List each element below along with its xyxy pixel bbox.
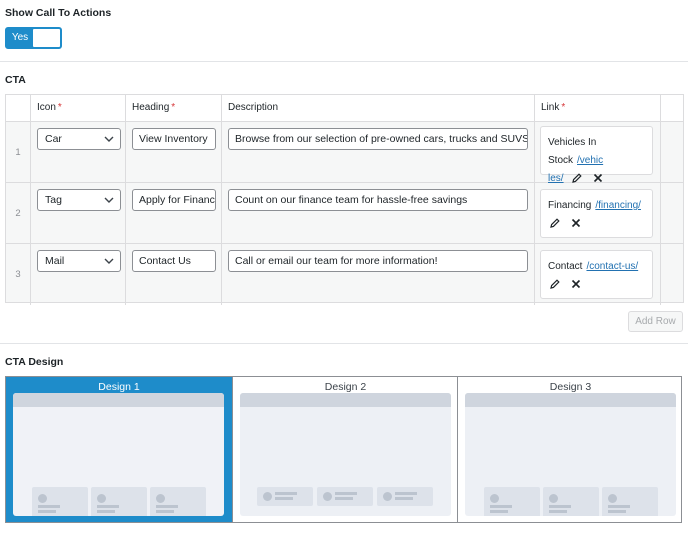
column-header-description: Description [221,95,534,121]
link-url[interactable]: /contact-us/ [586,261,638,272]
cta-design-label: CTA Design [5,356,64,368]
design-option-label: Design 2 [324,381,367,393]
description-input[interactable]: Count on our finance team for hassle-fre… [228,189,528,211]
divider [0,343,688,344]
design-preview [240,393,451,516]
cta-repeater-table: Icon * Heading * Description Link * 1 Car V… [5,94,684,305]
description-input[interactable]: Browse from our selection of pre-owned c… [228,128,528,150]
table-row: 1 Car View Inventory Browse from our sel… [6,122,684,184]
divider [0,61,688,62]
row-actions[interactable] [660,244,684,305]
design-preview [13,393,224,516]
link-field: Financing/financing/ [540,189,653,238]
add-row-button[interactable]: Add Row [628,311,683,332]
heading-input[interactable]: View Inventory [132,128,216,150]
design-option-label: Design 3 [549,381,592,393]
toggle-knob [33,29,60,47]
link-field: Vehicles In Stock/vehic les/ [540,126,653,184]
design-option-1[interactable]: Design 1 [6,377,232,522]
design-option-3[interactable]: Design 3 [457,377,683,522]
show-cta-label: Show Call To Actions [5,7,112,19]
heading-input[interactable]: Contact Us [132,250,216,272]
design-option-2[interactable]: Design 2 [232,377,458,522]
link-title: Contact [548,261,583,272]
link-title: Financing [548,200,592,211]
show-cta-toggle[interactable]: Yes [5,27,62,49]
chevron-down-icon [104,190,114,218]
description-input[interactable]: Call or email our team for more informat… [228,250,528,272]
chevron-down-icon [104,251,114,279]
row-number[interactable]: 3 [6,244,30,305]
row-actions[interactable] [660,122,684,182]
table-header: Icon * Heading * Description Link * [6,95,683,122]
design-option-label: Design 1 [98,381,140,393]
link-url[interactable]: /financing/ [595,200,641,211]
icon-select[interactable]: Mail [37,250,121,272]
pencil-icon[interactable] [548,216,562,230]
column-header-heading: Heading * [125,95,221,121]
column-header-actions [660,95,684,121]
link-url[interactable]: /vehic [577,155,603,166]
cta-section-label: CTA [5,74,26,86]
close-icon[interactable] [569,277,583,291]
row-number[interactable]: 2 [6,183,30,243]
heading-input[interactable]: Apply for Financ [132,189,216,211]
row-number[interactable]: 1 [6,122,30,182]
icon-select[interactable]: Car [37,128,121,150]
link-field: Contact/contact-us/ [540,250,653,299]
icon-select[interactable]: Tag [37,189,121,211]
pencil-icon[interactable] [548,277,562,291]
chevron-down-icon [104,129,114,157]
column-header-link: Link * [534,95,660,121]
close-icon[interactable] [569,216,583,230]
column-header-icon: Icon * [30,95,125,121]
row-actions[interactable] [660,183,684,243]
table-row: 3 Mail Contact Us Call or email our team… [6,244,683,305]
design-selector: Design 1 Design 2 Design 3 [5,376,682,523]
toggle-yes-label: Yes [11,32,29,43]
design-preview [465,393,676,516]
table-row: 2 Tag Apply for Financ Count on our fina… [6,183,683,244]
